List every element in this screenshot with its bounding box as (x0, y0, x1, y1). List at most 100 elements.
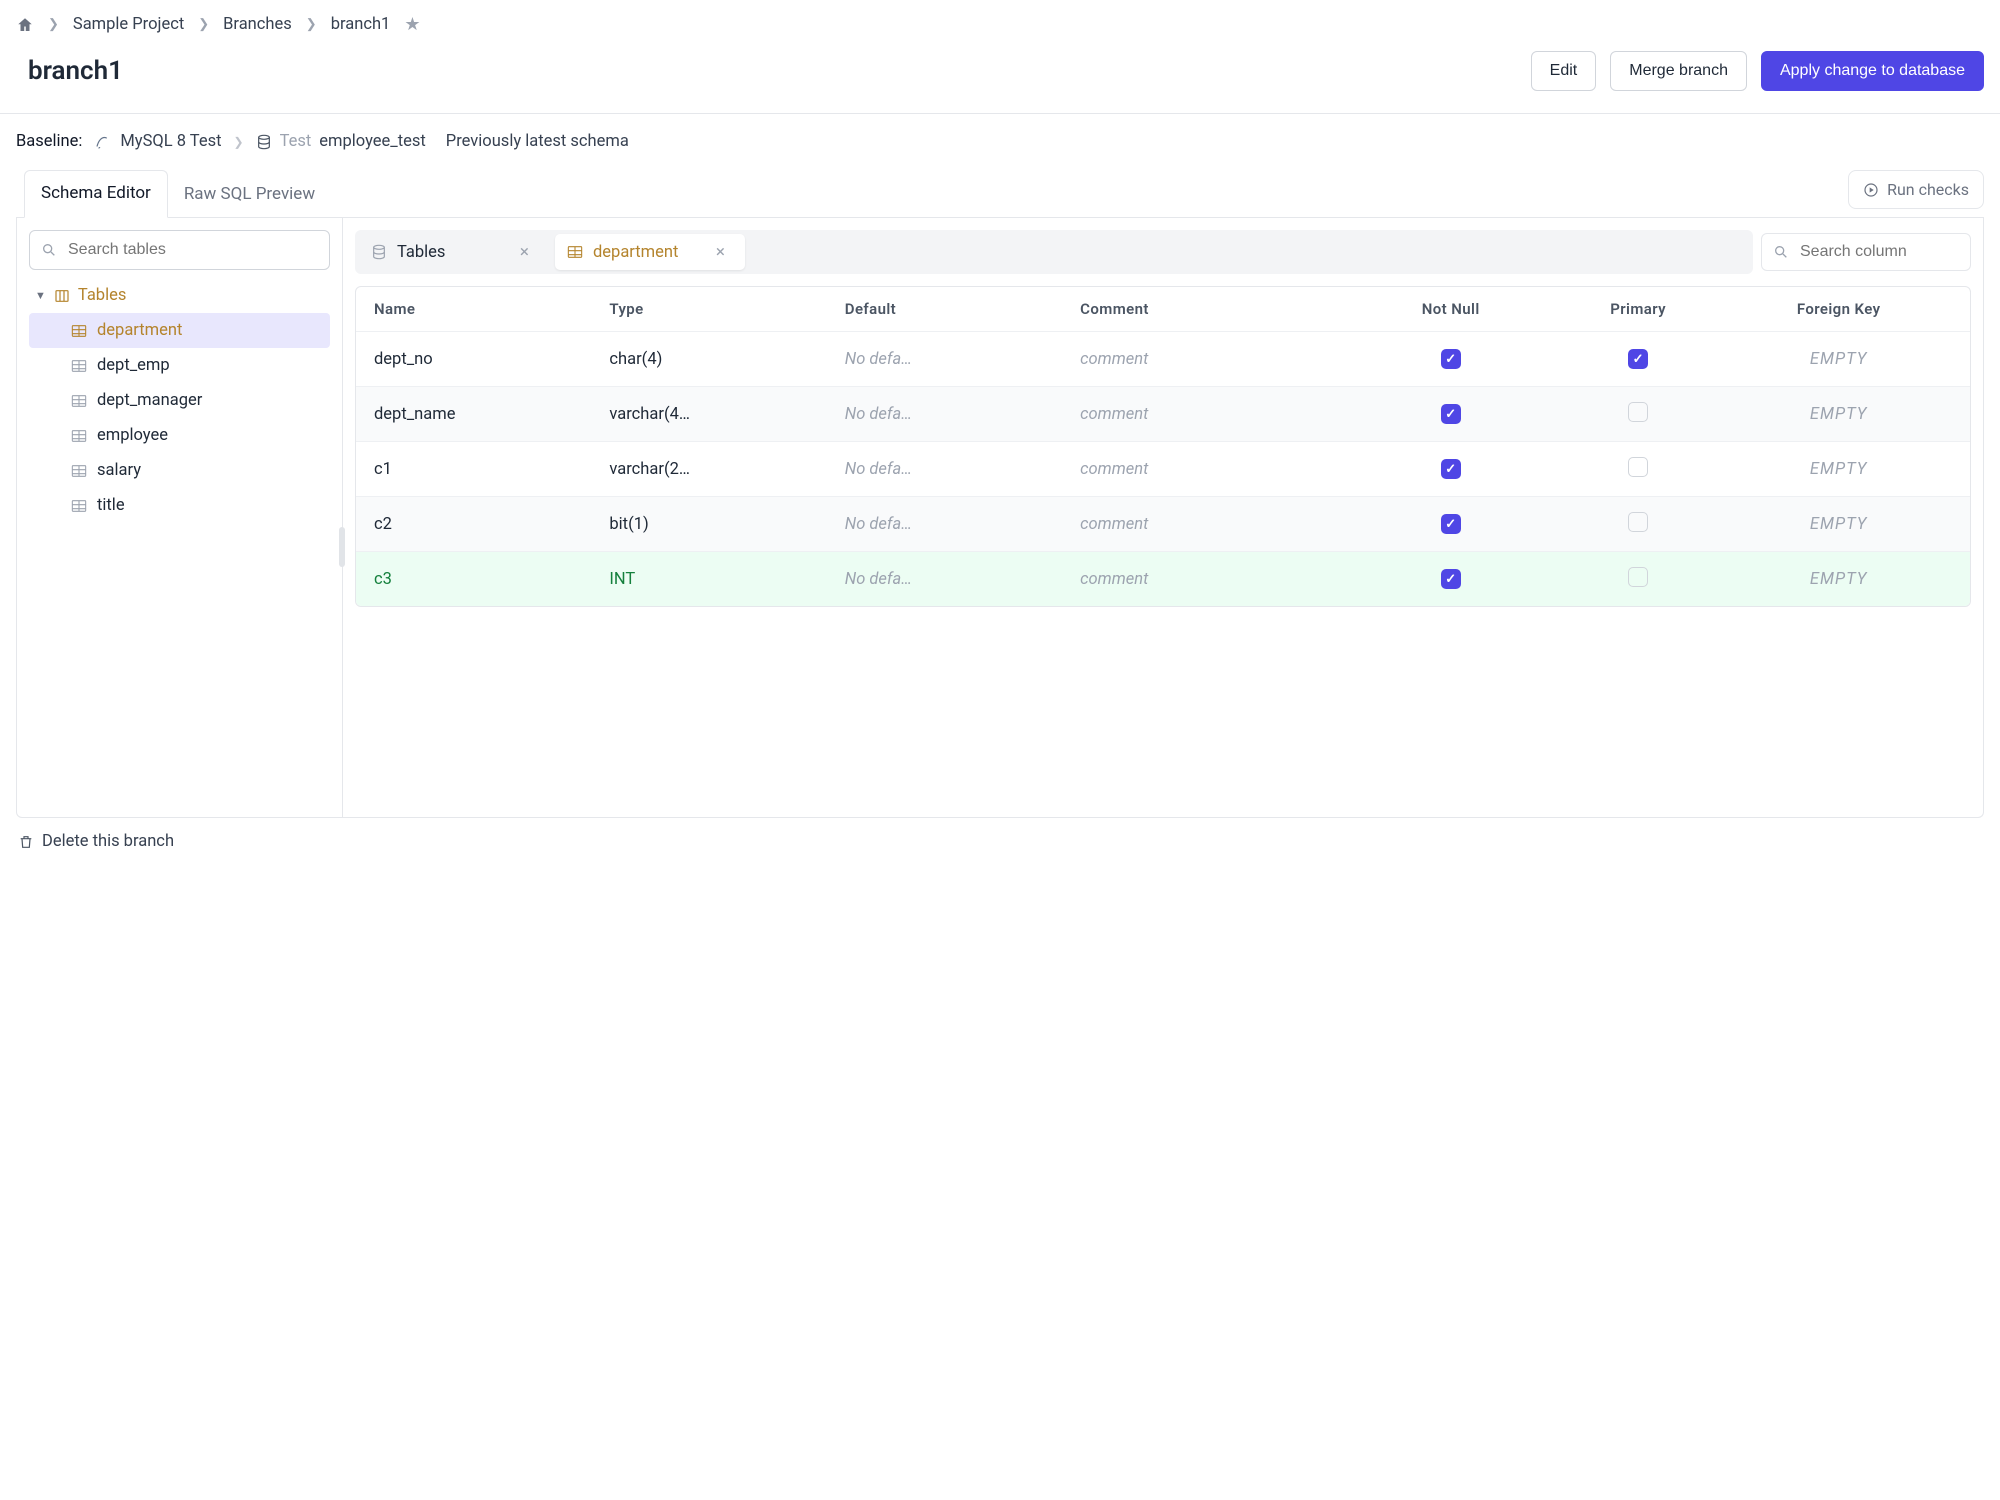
col-header-fk[interactable]: Foreign Key (1725, 300, 1952, 318)
run-checks-button[interactable]: Run checks (1848, 170, 1984, 209)
column-row-dept_no[interactable]: dept_nochar(4)No defa…comment ✓ ✓ EMPTY (356, 331, 1970, 386)
checkbox[interactable]: ✓ (1441, 569, 1461, 589)
column-notnull: ✓ (1350, 404, 1551, 425)
tables-search-input[interactable] (29, 230, 330, 270)
merge-branch-button[interactable]: Merge branch (1610, 51, 1747, 91)
column-type[interactable]: bit(1) (609, 515, 844, 534)
breadcrumb-project[interactable]: Sample Project (73, 15, 184, 34)
column-name[interactable]: dept_name (374, 405, 609, 424)
column-notnull: ✓ (1350, 569, 1551, 590)
sidebar-table-dept_emp[interactable]: dept_emp (29, 348, 330, 383)
column-row-c2[interactable]: c2bit(1)No defa…comment ✓ EMPTY (356, 496, 1970, 551)
table-icon (71, 429, 87, 443)
col-header-primary[interactable]: Primary (1551, 300, 1725, 318)
column-comment[interactable]: comment (1080, 570, 1350, 589)
column-notnull: ✓ (1350, 514, 1551, 535)
sidebar-table-salary[interactable]: salary (29, 453, 330, 488)
column-type[interactable]: INT (609, 570, 844, 589)
mysql-icon (94, 133, 112, 151)
sidebar-table-department[interactable]: department (29, 313, 330, 348)
column-comment[interactable]: comment (1080, 515, 1350, 534)
column-fk[interactable]: EMPTY (1725, 405, 1952, 424)
column-comment[interactable]: comment (1080, 460, 1350, 479)
checkbox[interactable] (1628, 457, 1648, 477)
table-icon (71, 499, 87, 513)
database-icon (371, 244, 387, 260)
home-icon[interactable] (16, 16, 34, 34)
checkbox[interactable]: ✓ (1628, 349, 1648, 369)
column-name[interactable]: dept_no (374, 350, 609, 369)
star-icon[interactable]: ★ (404, 14, 420, 35)
play-icon (1863, 182, 1879, 198)
tab-label: department (593, 243, 678, 262)
column-name[interactable]: c1 (374, 460, 609, 479)
col-header-default[interactable]: Default (845, 300, 1080, 318)
baseline-database[interactable]: Test employee_test (256, 132, 426, 151)
columns-grid: Name Type Default Comment Not Null Prima… (355, 286, 1971, 607)
col-header-comment[interactable]: Comment (1080, 300, 1350, 318)
column-primary: ✓ (1551, 349, 1725, 370)
resize-handle[interactable] (339, 527, 345, 567)
column-row-c3[interactable]: c3INTNo defa…comment ✓ EMPTY (356, 551, 1970, 606)
chevron-right-icon: ❯ (234, 135, 244, 149)
column-fk[interactable]: EMPTY (1725, 570, 1952, 589)
table-icon (71, 464, 87, 478)
column-comment[interactable]: comment (1080, 405, 1350, 424)
column-default[interactable]: No defa… (845, 460, 1080, 479)
table-icon (71, 359, 87, 373)
col-header-notnull[interactable]: Not Null (1350, 300, 1551, 318)
columns-header-row: Name Type Default Comment Not Null Prima… (356, 287, 1970, 331)
sidebar-item-label: salary (97, 461, 141, 480)
column-row-c1[interactable]: c1varchar(2…No defa…comment ✓ EMPTY (356, 441, 1970, 496)
checkbox[interactable]: ✓ (1441, 349, 1461, 369)
checkbox[interactable]: ✓ (1441, 514, 1461, 534)
col-header-name[interactable]: Name (374, 300, 609, 318)
column-type[interactable]: char(4) (609, 350, 844, 369)
table-icon (567, 245, 583, 259)
tab-raw-sql-preview[interactable]: Raw SQL Preview (168, 172, 331, 218)
column-name[interactable]: c2 (374, 515, 609, 534)
sidebar-table-dept_manager[interactable]: dept_manager (29, 383, 330, 418)
breadcrumb: ❯ Sample Project ❯ Branches ❯ branch1 ★ (16, 14, 1984, 35)
column-comment[interactable]: comment (1080, 350, 1350, 369)
col-header-type[interactable]: Type (609, 300, 844, 318)
breadcrumb-branch[interactable]: branch1 (331, 15, 391, 34)
checkbox[interactable] (1628, 512, 1648, 532)
sidebar-table-title[interactable]: title (29, 488, 330, 523)
column-row-dept_name[interactable]: dept_namevarchar(4…No defa…comment ✓ EMPTY (356, 386, 1970, 441)
checkbox[interactable] (1628, 567, 1648, 587)
checkbox[interactable]: ✓ (1441, 459, 1461, 479)
checkbox[interactable]: ✓ (1441, 404, 1461, 424)
close-icon[interactable]: × (520, 242, 529, 262)
column-default[interactable]: No defa… (845, 515, 1080, 534)
column-notnull: ✓ (1350, 459, 1551, 480)
column-fk[interactable]: EMPTY (1725, 350, 1952, 369)
close-icon[interactable]: × (716, 242, 725, 262)
columns-icon (54, 288, 70, 304)
column-search-input[interactable] (1761, 233, 1971, 271)
checkbox[interactable] (1628, 402, 1648, 422)
column-default[interactable]: No defa… (845, 405, 1080, 424)
open-tab-department[interactable]: department × (555, 234, 745, 270)
column-primary (1551, 512, 1725, 537)
apply-change-button[interactable]: Apply change to database (1761, 51, 1984, 91)
column-default[interactable]: No defa… (845, 350, 1080, 369)
column-fk[interactable]: EMPTY (1725, 460, 1952, 479)
column-fk[interactable]: EMPTY (1725, 515, 1952, 534)
baseline-bar: Baseline: MySQL 8 Test ❯ Test employee_t… (16, 114, 1984, 169)
chevron-right-icon: ❯ (48, 17, 59, 32)
column-name[interactable]: c3 (374, 570, 609, 589)
column-type[interactable]: varchar(4… (609, 405, 844, 424)
header-actions: Edit Merge branch Apply change to databa… (1531, 51, 1984, 91)
baseline-instance[interactable]: MySQL 8 Test (94, 132, 221, 151)
edit-button[interactable]: Edit (1531, 51, 1597, 91)
column-type[interactable]: varchar(2… (609, 460, 844, 479)
column-default[interactable]: No defa… (845, 570, 1080, 589)
delete-branch-link[interactable]: Delete this branch (16, 818, 1984, 851)
open-tab-Tables[interactable]: Tables× (359, 234, 549, 270)
tables-tree-root[interactable]: ▼ Tables (29, 282, 330, 309)
breadcrumb-branches[interactable]: Branches (223, 15, 292, 34)
sidebar-table-employee[interactable]: employee (29, 418, 330, 453)
search-icon (41, 242, 57, 258)
tab-schema-editor[interactable]: Schema Editor (24, 170, 168, 218)
